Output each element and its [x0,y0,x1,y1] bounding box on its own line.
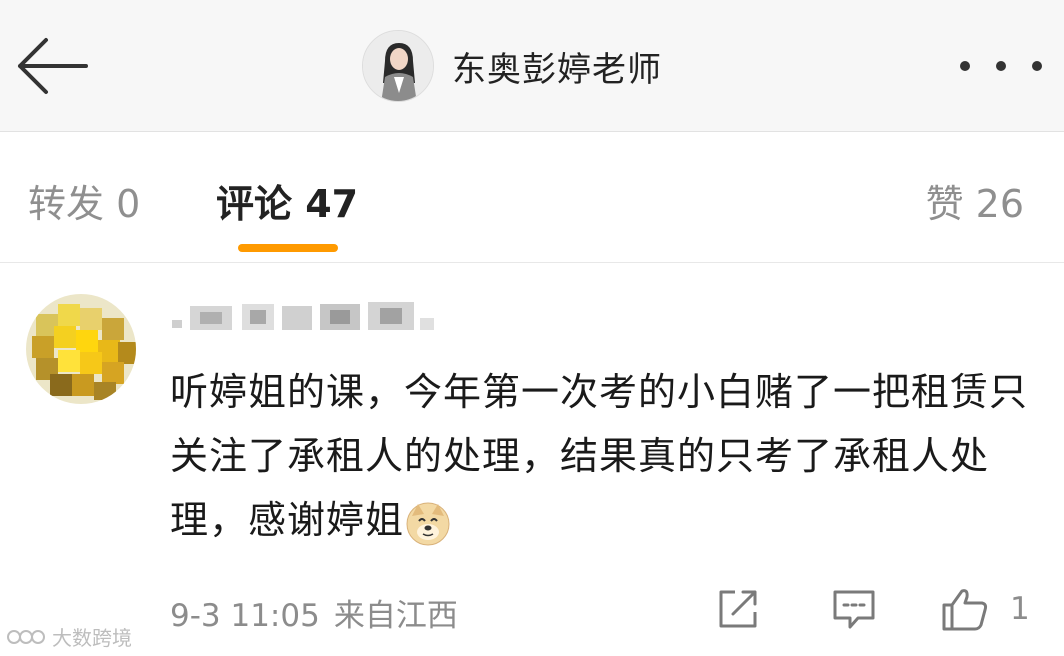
thumbs-up-icon [942,589,988,631]
active-tab-indicator [238,244,338,252]
tab-reposts[interactable]: 转发 0 [28,173,140,228]
more-dot [1032,61,1042,71]
share-button[interactable] [715,584,761,634]
comment-meta: 9-3 11:05 来自江西 [170,590,458,635]
comment-time: 9-3 11:05 [170,598,320,634]
comment-item: 听婷姐的课，今年第一次考的小白赌了一把租赁只关注了承租人的处理，结果真的只考了承… [0,264,1064,656]
tab-comments[interactable]: 评论 47 [216,173,358,228]
page-title: 东奥彭婷老师 [452,49,662,90]
like-count: 1 [1010,591,1030,627]
share-icon [719,590,757,628]
watermark-logo-icon [7,629,45,644]
watermark-text: 大数跨境 [52,626,132,650]
reply-button[interactable] [830,584,878,634]
doge-emoji-icon [406,501,450,545]
more-dots-icon [960,61,970,71]
commenter-avatar[interactable] [26,294,136,404]
more-options-button[interactable] [960,38,1042,94]
arrow-left-icon [18,38,88,94]
avatar[interactable] [362,30,434,102]
top-bar: 东奥彭婷老师 [0,0,1064,132]
tab-likes[interactable]: 赞 26 [926,173,1024,228]
more-dot [996,61,1006,71]
comment-text: 听婷姐的课，今年第一次考的小白赌了一把租赁只关注了承租人的处理，结果真的只考了承… [170,360,1040,552]
commenter-name-blurred[interactable] [170,298,440,338]
comment-body: 听婷姐的课，今年第一次考的小白赌了一把租赁只关注了承租人的处理，结果真的只考了承… [170,370,1029,542]
comment-location: 来自江西 [333,598,458,634]
tab-bar: 转发 0 评论 47 赞 26 [0,133,1064,263]
account-title-group[interactable]: 东奥彭婷老师 [362,28,662,104]
like-button[interactable]: 1 [940,584,1030,634]
watermark: 大数跨境 [6,622,132,651]
back-button[interactable] [10,30,94,102]
reply-icon [833,590,875,629]
